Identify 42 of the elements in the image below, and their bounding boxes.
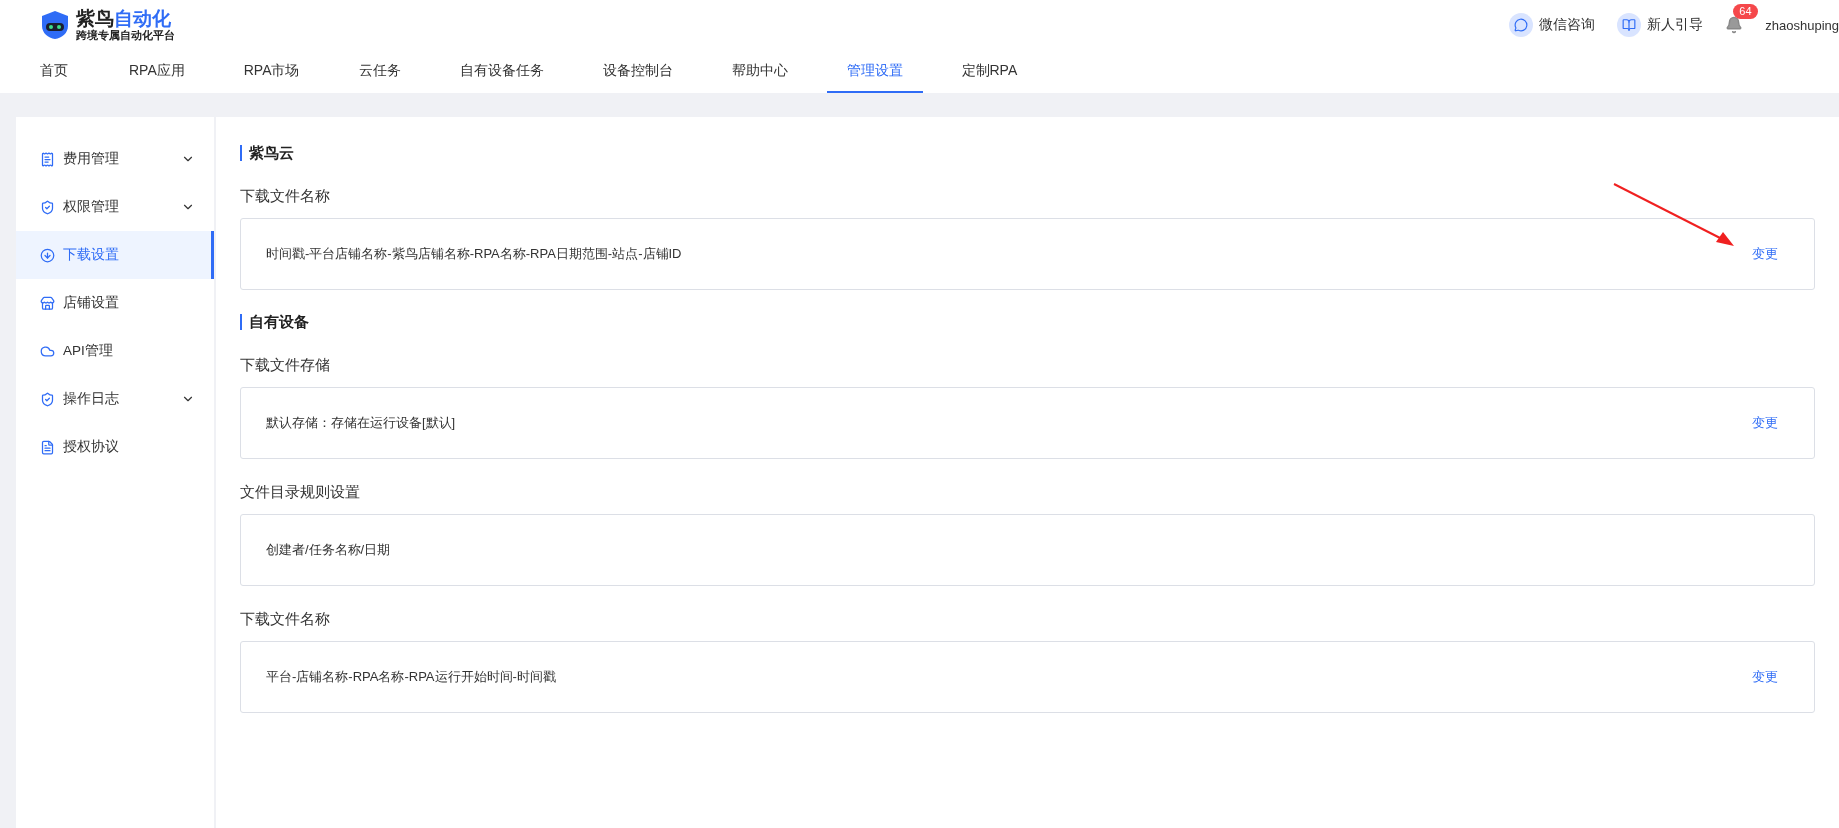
nav-tab[interactable]: 定制RPA	[941, 50, 1038, 93]
user-name[interactable]: zhaoshuping	[1765, 17, 1839, 33]
nav-tab[interactable]: RPA市场	[223, 50, 320, 93]
brand-name-accent: 自动化	[114, 8, 171, 30]
sidebar-icon	[40, 391, 55, 407]
chat-icon	[1514, 18, 1529, 32]
setting-label: 下载文件名称	[240, 187, 331, 206]
setting-value: 平台-店铺名称-RPA名称-RPA运行开始时间-时间戳	[266, 668, 556, 686]
section-title: 自有设备	[240, 314, 1815, 330]
section-title: 紫鸟云	[240, 145, 1815, 161]
brand-tagline: 跨境专属自动化平台	[76, 29, 175, 42]
setting-label: 下载文件名称	[240, 610, 331, 629]
brand-name: 紫鸟	[76, 8, 114, 29]
guide-icon	[1622, 18, 1637, 32]
nav-tab[interactable]: 自有设备任务	[439, 50, 564, 93]
nav-tab[interactable]: 设备控制台	[582, 50, 693, 93]
nav-tab[interactable]: 帮助中心	[711, 50, 808, 93]
sidebar-icon	[40, 199, 55, 215]
nav-tab[interactable]: 首页	[40, 50, 68, 93]
sidebar-icon	[40, 295, 55, 311]
sidebar-item[interactable]: 下载设置	[16, 231, 214, 279]
setting-label: 文件目录规则设置	[240, 483, 361, 502]
notification-button[interactable]	[1725, 16, 1744, 34]
notification-badge: 64	[1733, 4, 1758, 19]
sidebar-icon	[40, 151, 55, 167]
sidebar-icon	[40, 343, 55, 359]
sidebar-icon	[40, 439, 55, 455]
setting-value: 时间戳-平台店铺名称-紫鸟店铺名称-RPA名称-RPA日期范围-站点-店铺ID	[266, 245, 682, 263]
setting-label: 下载文件存储	[240, 356, 331, 375]
change-link[interactable]: 变更	[1752, 414, 1778, 432]
sidebar-icon	[40, 247, 55, 263]
header-link[interactable]: 微信咨询	[1509, 13, 1596, 37]
nav-tab[interactable]: 管理设置	[826, 50, 923, 93]
change-link[interactable]: 变更	[1752, 245, 1778, 263]
setting-value: 默认存储：存储在运行设备[默认]	[266, 414, 456, 432]
header-link[interactable]: 新人引导	[1617, 13, 1704, 37]
robot-logo-icon	[40, 10, 70, 40]
nav-tab[interactable]: RPA应用	[109, 50, 205, 93]
setting-value: 创建者/任务名称/日期	[266, 541, 391, 559]
nav-tab[interactable]: 云任务	[338, 50, 421, 93]
change-link[interactable]: 变更	[1752, 668, 1778, 686]
bell-icon	[1725, 16, 1744, 34]
